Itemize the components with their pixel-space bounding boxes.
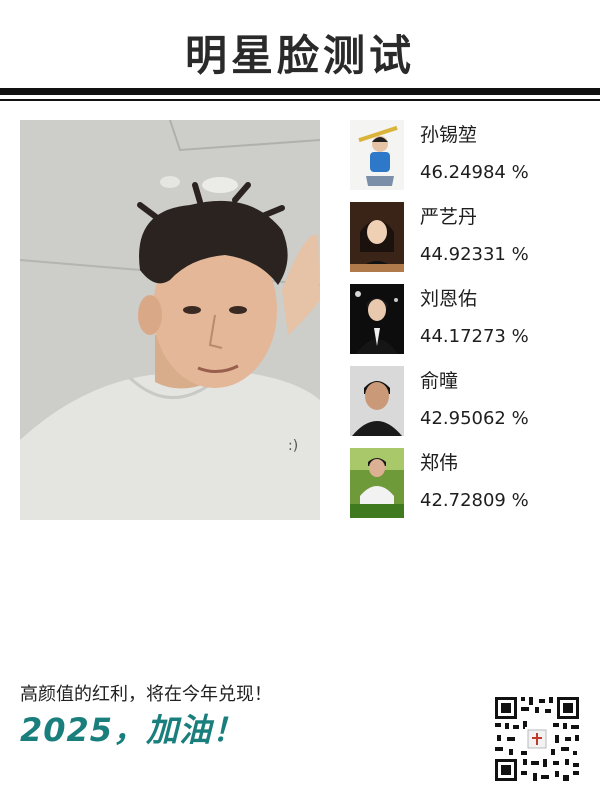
match-item: 孙锡堃 46.24984 % [350, 120, 580, 192]
celebrity-thumbnail [350, 202, 404, 272]
similarity-score: 42.95062 % [420, 408, 529, 429]
qr-code[interactable] [493, 695, 581, 783]
qr-code-icon [493, 695, 581, 783]
similarity-score: 44.17273 % [420, 326, 529, 347]
similarity-score: 44.92331 % [420, 244, 529, 265]
svg-text::): :) [288, 438, 298, 454]
page-title: 明星脸测试 [184, 31, 415, 80]
match-item: 郑伟 42.72809 % [350, 448, 580, 520]
header-divider-thin [0, 99, 600, 101]
celebrity-thumbnail [350, 120, 404, 190]
user-photo-illustration: :) [20, 120, 320, 520]
celebrity-name: 郑伟 [420, 452, 459, 474]
slogan-text: 高颜值的红利，将在今年兑现！ [20, 684, 272, 705]
match-item: 俞曈 42.95062 % [350, 366, 580, 438]
celebrity-name: 严艺丹 [420, 206, 478, 228]
header: 明星脸测试 [0, 0, 600, 110]
celebrity-name: 孙锡堃 [420, 124, 478, 146]
match-item: 刘恩佑 44.17273 % [350, 284, 580, 356]
celebrity-thumbnail [350, 448, 404, 518]
match-item: 严艺丹 44.92331 % [350, 202, 580, 274]
header-divider-thick [0, 88, 600, 95]
user-photo: :) [20, 120, 320, 520]
similarity-score: 46.24984 % [420, 162, 529, 183]
celebrity-thumbnail [350, 366, 404, 436]
cheer-text: 2025，加油！ [20, 711, 246, 749]
similarity-score: 42.72809 % [420, 490, 529, 511]
celebrity-name: 刘恩佑 [420, 288, 478, 310]
celebrity-name: 俞曈 [420, 370, 459, 392]
celebrity-thumbnail [350, 284, 404, 354]
